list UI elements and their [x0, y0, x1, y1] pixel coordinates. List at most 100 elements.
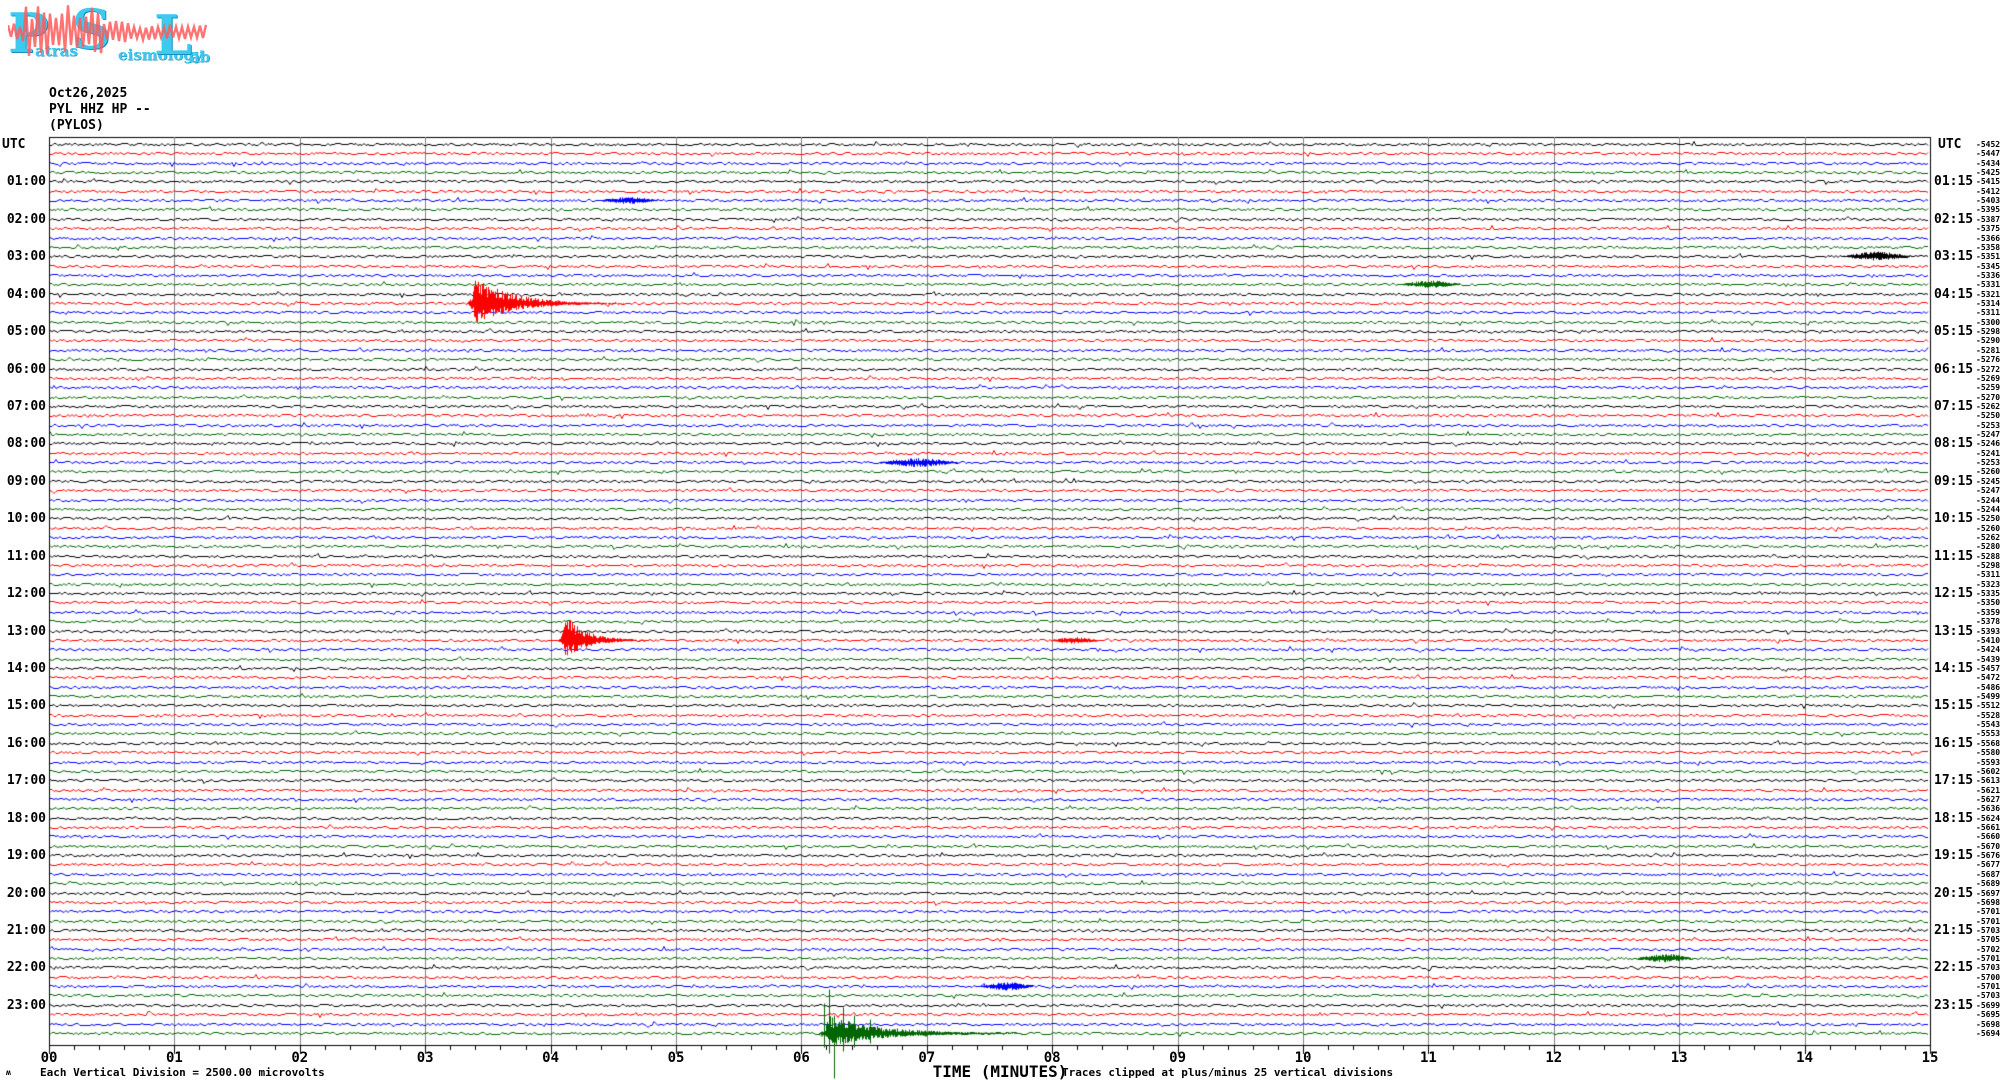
hour-label-right: 05:15 [1934, 324, 1974, 340]
trace-value: -5689 [1976, 879, 2001, 889]
trace-value: -5359 [1976, 607, 2001, 617]
hour-label-right: 07:15 [1934, 398, 1974, 414]
hour-label-left: 07:00 [6, 398, 46, 414]
hour-label-right: 03:15 [1934, 249, 1974, 265]
hour-label-right: 01:15 [1934, 174, 1974, 190]
trace-value: -5253 [1976, 458, 2001, 468]
trace-value: -5345 [1976, 261, 2001, 271]
trace-value: -5250 [1976, 514, 2001, 524]
trace-value: -5528 [1976, 710, 2001, 720]
trace-value: -5358 [1976, 242, 2001, 252]
trace-value: -5272 [1976, 364, 2001, 374]
trace-value: -5276 [1976, 355, 2001, 365]
trace-value: -5260 [1976, 523, 2001, 533]
trace-value: -5281 [1976, 345, 2001, 355]
hour-label-right: 09:15 [1934, 473, 1974, 489]
trace-value: -5247 [1976, 430, 2001, 440]
minute-label: 05 [667, 1050, 685, 1066]
trace-value: -5434 [1976, 158, 2001, 168]
hour-label-right: 12:15 [1934, 586, 1974, 602]
trace-value: -5660 [1976, 832, 2001, 842]
trace-value: -5676 [1976, 851, 2001, 861]
trace-value: -5697 [1976, 888, 2001, 898]
hour-label-left: 02:00 [6, 211, 46, 227]
hour-label-left: 12:00 [6, 586, 46, 602]
trace-value: -5661 [1976, 823, 2001, 833]
hour-label-right: 17:15 [1934, 773, 1974, 789]
helicorder-page: P atras S eismology L ab Oct26,2025 PYL … [0, 0, 2010, 1080]
minute-label: 09 [1169, 1050, 1187, 1066]
hour-label-right: 15:15 [1934, 698, 1974, 714]
trace-value: -5700 [1976, 972, 2001, 982]
trace-value: -5698 [1976, 1019, 2001, 1029]
hour-label-right: 04:15 [1934, 286, 1974, 302]
hour-label-left: 14:00 [6, 660, 46, 676]
clip-note: Traces clipped at plus/minus 25 vertical… [1062, 1066, 1394, 1079]
hour-label-right: 23:15 [1934, 997, 1974, 1013]
minute-label: 03 [416, 1050, 434, 1066]
hour-label-right: 21:15 [1934, 922, 1974, 938]
trace-value: -5694 [1976, 1028, 2001, 1038]
minute-label: 04 [542, 1050, 560, 1066]
trace-value: -5621 [1976, 785, 2001, 795]
trace-value: -5624 [1976, 813, 2001, 823]
hour-label-left: 21:00 [6, 922, 46, 938]
hour-label-right: 06:15 [1934, 361, 1974, 377]
minute-label: 15 [1921, 1050, 1939, 1066]
trace-value: -5452 [1976, 140, 2001, 149]
trace-value: -5701 [1976, 916, 2001, 926]
trace-value: -5323 [1976, 579, 2001, 589]
trace-value: -5280 [1976, 542, 2001, 552]
hour-label-left: 19:00 [6, 848, 46, 864]
hour-label-left: 01:00 [6, 174, 46, 190]
minute-label: 06 [792, 1050, 810, 1066]
minute-label: 02 [291, 1050, 309, 1066]
trace-value: -5687 [1976, 869, 2001, 879]
trace-value: -5410 [1976, 635, 2001, 645]
minute-label: 11 [1419, 1050, 1437, 1066]
trace-value: -5350 [1976, 598, 2001, 608]
trace-value: -5311 [1976, 308, 2001, 318]
hour-label-right: 22:15 [1934, 960, 1974, 976]
trace-value: -5636 [1976, 804, 2001, 814]
trace-value: -5703 [1976, 925, 2001, 935]
hour-label-right: 16:15 [1934, 735, 1974, 751]
trace-value: -5300 [1976, 317, 2001, 327]
hour-label-left: 09:00 [6, 473, 46, 489]
hour-label-left: 15:00 [6, 698, 46, 714]
trace-value: -5703 [1976, 963, 2001, 973]
hour-label-left: 05:00 [6, 324, 46, 340]
x-axis-label: TIME (MINUTES) [932, 1062, 1068, 1080]
trace-value: -5290 [1976, 336, 2001, 346]
trace-value: -5393 [1976, 626, 2001, 636]
trace-value: -5677 [1976, 860, 2001, 870]
trace-value: -5568 [1976, 738, 2001, 748]
hour-label-right: 11:15 [1934, 548, 1974, 564]
trace-value: -5321 [1976, 289, 2001, 299]
trace-value: -5670 [1976, 841, 2001, 851]
trace-value: -5699 [1976, 1000, 2001, 1010]
hour-label-left: 08:00 [6, 436, 46, 452]
trace-value: -5424 [1976, 645, 2001, 655]
scale-note: Each Vertical Division = 2500.00 microvo… [40, 1066, 325, 1079]
axis-labels-layer: 01:00 02:00 03:00 04:00 05:00 06:00 07:00 08:00… [0, 0, 2010, 1080]
trace-value: -5241 [1976, 448, 2001, 458]
hour-label-left: 17:00 [6, 773, 46, 789]
trace-value: -5395 [1976, 205, 2001, 215]
minute-label: 12 [1545, 1050, 1563, 1066]
trace-value: -5311 [1976, 570, 2001, 580]
trace-value: -5351 [1976, 252, 2001, 262]
trace-value: -5457 [1976, 663, 2001, 673]
trace-value: -5580 [1976, 748, 2001, 758]
trace-value: -5331 [1976, 280, 2001, 290]
minute-label: 01 [165, 1050, 183, 1066]
hour-label-left: 16:00 [6, 735, 46, 751]
hour-label-left: 04:00 [6, 286, 46, 302]
trace-value: -5447 [1976, 149, 2001, 159]
trace-value: -5314 [1976, 299, 2001, 309]
trace-value: -5425 [1976, 168, 2001, 178]
trace-value: -5288 [1976, 551, 2001, 561]
trace-value: -5335 [1976, 589, 2001, 599]
minute-label: 00 [40, 1050, 58, 1066]
hour-label-right: 19:15 [1934, 848, 1974, 864]
